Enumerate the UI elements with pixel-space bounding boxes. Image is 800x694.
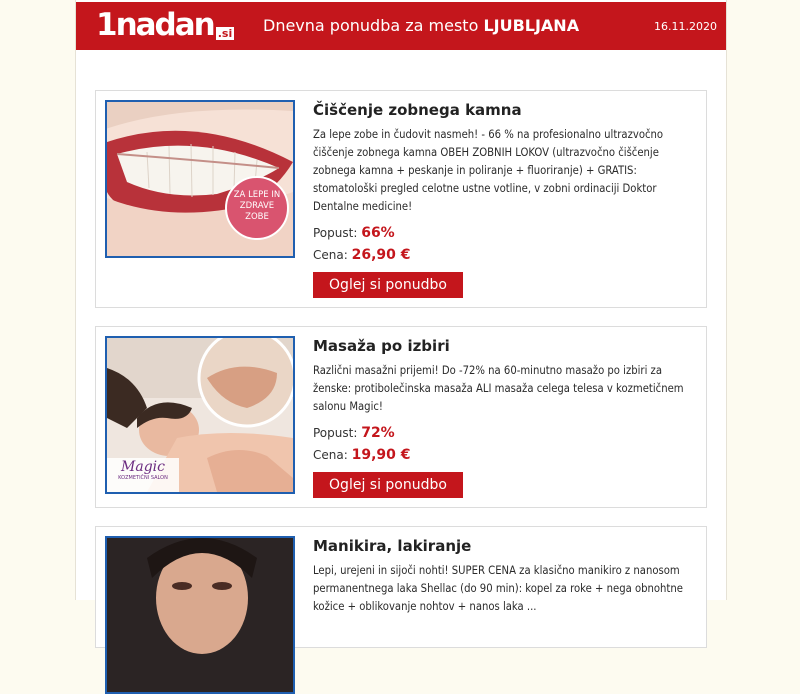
- offer-image[interactable]: Magic KOZMETIČNI SALON: [105, 336, 295, 494]
- offer-image[interactable]: ZA LEPE IN ZDRAVE ZOBE: [105, 100, 295, 258]
- price-value: 26,90 €: [351, 247, 411, 263]
- header-title: Dnevna ponudba za mesto LJUBLJANA: [263, 16, 579, 35]
- offer-prices: Popust: 72% Cena: 19,90 €: [313, 422, 698, 466]
- view-offer-button[interactable]: Oglej si ponudbo: [313, 272, 463, 298]
- offer-card: ZA LEPE IN ZDRAVE ZOBE Čiščenje zobnega …: [95, 90, 707, 308]
- offer-description: Za lepe zobe in čudovit nasmeh! - 66 % n…: [313, 128, 664, 213]
- offer-content: Čiščenje zobnega kamna Za lepe zobe in č…: [313, 101, 698, 298]
- salon-logo: Magic KOZMETIČNI SALON: [109, 460, 177, 482]
- view-offer-button[interactable]: Oglej si ponudbo: [313, 472, 463, 498]
- teeth-smile-image: [107, 102, 293, 256]
- header-date: 16.11.2020: [654, 20, 717, 33]
- offer-title[interactable]: Manikira, lakiranje: [313, 537, 698, 556]
- offer-title[interactable]: Čiščenje zobnega kamna: [313, 101, 698, 120]
- offer-description: Lepi, urejeni in sijoči nohti! SUPER CEN…: [313, 564, 683, 613]
- discount-value: 72%: [361, 425, 395, 441]
- logo-tld: .si: [215, 27, 235, 40]
- offer-description: Različni masažni prijemi! Do -72% na 60-…: [313, 364, 684, 413]
- offer-card: Magic KOZMETIČNI SALON Masaža po izbiri …: [95, 326, 707, 508]
- offer-content: Manikira, lakiranje Lepi, urejeni in sij…: [313, 537, 698, 616]
- salon-logo-text: Magic: [121, 459, 165, 475]
- logo[interactable]: 1nadan .si: [96, 7, 235, 43]
- discount-label: Popust:: [313, 226, 358, 240]
- salon-logo-sub: KOZMETIČNI SALON: [118, 475, 168, 481]
- price-label: Cena:: [313, 248, 348, 262]
- offer-title[interactable]: Masaža po izbiri: [313, 337, 698, 356]
- discount-value: 66%: [361, 225, 395, 241]
- header-city: LJUBLJANA: [483, 16, 580, 35]
- offer-image[interactable]: [105, 536, 295, 694]
- offer-card: Manikira, lakiranje Lepi, urejeni in sij…: [95, 526, 707, 694]
- offer-content: Masaža po izbiri Različni masažni prijem…: [313, 337, 698, 498]
- manicure-model-image: [107, 538, 293, 692]
- price-label: Cena:: [313, 448, 348, 462]
- logo-text: 1nadan: [96, 7, 216, 43]
- header-title-prefix: Dnevna ponudba za mesto: [263, 16, 484, 35]
- header-bar: 1nadan .si Dnevna ponudba za mesto LJUBLJ…: [76, 2, 726, 50]
- teeth-badge-text: ZA LEPE IN ZDRAVE ZOBE: [233, 190, 281, 222]
- discount-label: Popust:: [313, 426, 358, 440]
- price-value: 19,90 €: [351, 447, 411, 463]
- offer-prices: Popust: 66% Cena: 26,90 €: [313, 222, 698, 266]
- newsletter: 1nadan .si Dnevna ponudba za mesto LJUBLJ…: [75, 0, 727, 694]
